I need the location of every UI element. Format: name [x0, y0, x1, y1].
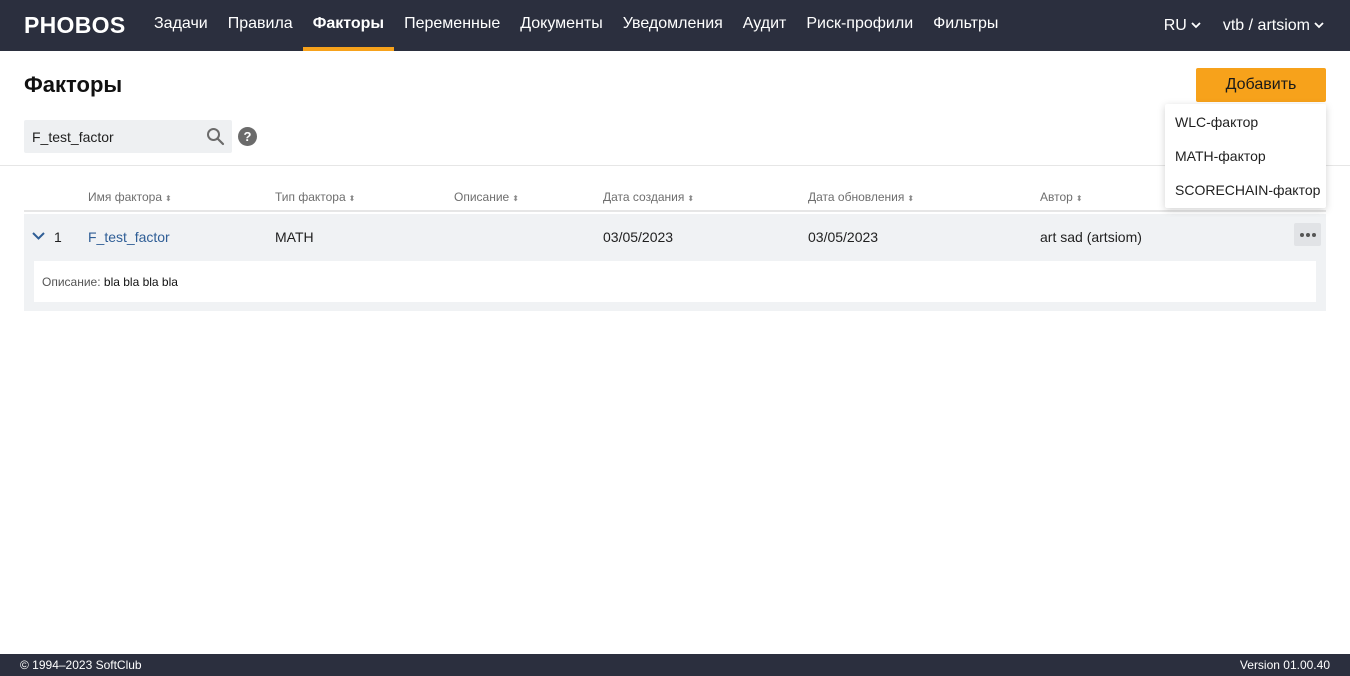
nav-item-risk-profiles[interactable]: Риск-профили [796, 0, 923, 51]
table-row: 1 F_test_factor MATH 03/05/2023 03/05/20… [24, 214, 1326, 311]
search-input[interactable] [32, 120, 202, 153]
column-header-label: Тип фактора [275, 190, 346, 204]
factor-name-link[interactable]: F_test_factor [88, 229, 170, 245]
dot [1311, 232, 1316, 237]
details-value: bla bla bla bla [103, 275, 178, 289]
row-index: 1 [54, 229, 62, 245]
nav-item-notifications[interactable]: Уведомления [613, 0, 733, 51]
sort-icon: ⬍ [907, 194, 915, 203]
help-icon[interactable]: ? [238, 127, 257, 146]
menu-item-math-factor[interactable]: MATH-фактор [1165, 139, 1326, 173]
nav-item-documents[interactable]: Документы [510, 0, 612, 51]
column-header-type[interactable]: Тип фактора ⬍ [275, 190, 355, 204]
add-button[interactable]: Добавить [1196, 68, 1326, 102]
column-header-label: Автор [1040, 190, 1073, 204]
search-box [24, 120, 232, 153]
version: Version 01.00.40 [1239, 658, 1330, 672]
column-header-name[interactable]: Имя фактора ⬍ [88, 190, 172, 204]
chevron-down-icon [1314, 22, 1324, 29]
header-divider [0, 165, 1350, 166]
factor-type: MATH [275, 229, 314, 245]
table-header: Имя фактора ⬍ Тип фактора ⬍ Описание ⬍ Дата… [24, 180, 1326, 212]
user-label: vtb / artsiom [1222, 16, 1310, 34]
app-logo[interactable]: PHOBOS [24, 12, 125, 39]
top-right-controls: RU vtb / artsiom [1142, 0, 1324, 51]
column-header-updated[interactable]: Дата обновления ⬍ [808, 190, 914, 204]
column-header-author[interactable]: Автор ⬍ [1040, 190, 1083, 204]
column-header-label: Дата создания [603, 190, 685, 204]
column-header-label: Имя фактора [88, 190, 163, 204]
column-header-label: Описание [454, 190, 510, 204]
dot [1299, 232, 1304, 237]
top-navbar: PHOBOS Задачи Правила Факторы Переменные… [0, 0, 1350, 51]
details-text: Описание: bla bla bla bla [42, 275, 178, 289]
updated-date: 03/05/2023 [808, 229, 879, 245]
chevron-down-icon [1191, 22, 1201, 29]
menu-item-scorechain-factor[interactable]: SCORECHAIN-фактор [1165, 173, 1326, 207]
author: art sad (artsiom) [1040, 229, 1142, 245]
created-date: 03/05/2023 [603, 229, 674, 245]
sort-icon: ⬍ [1075, 194, 1083, 203]
nav-item-rules[interactable]: Правила [218, 0, 303, 51]
language-dropdown[interactable]: RU [1164, 17, 1201, 35]
nav-item-tasks[interactable]: Задачи [144, 0, 218, 51]
column-header-description[interactable]: Описание ⬍ [454, 190, 519, 204]
row-actions-button[interactable] [1294, 223, 1321, 246]
menu-item-wlc-factor[interactable]: WLC-фактор [1165, 105, 1326, 139]
dot [1305, 232, 1310, 237]
nav-item-filters[interactable]: Фильтры [923, 0, 1008, 51]
chevron-down-icon[interactable] [32, 232, 45, 240]
user-dropdown[interactable]: vtb / artsiom [1223, 17, 1324, 35]
row-details: Описание: bla bla bla bla [34, 261, 1316, 302]
sort-icon: ⬍ [165, 194, 172, 203]
copyright: © 1994–2023 SoftClub [20, 658, 142, 672]
column-header-created[interactable]: Дата создания ⬍ [603, 190, 694, 204]
add-factor-menu: WLC-фактор MATH-фактор SCORECHAIN-фактор [1165, 104, 1326, 208]
main-nav: Задачи Правила Факторы Переменные Докуме… [144, 0, 1008, 51]
column-header-label: Дата обновления [808, 190, 905, 204]
nav-item-factors[interactable]: Факторы [302, 0, 395, 51]
sort-icon: ⬍ [687, 194, 695, 203]
search-icon[interactable] [206, 127, 225, 146]
page-title: Факторы [24, 72, 123, 97]
language-label: RU [1163, 16, 1187, 34]
nav-item-audit[interactable]: Аудит [733, 0, 797, 51]
nav-item-variables[interactable]: Переменные [394, 0, 510, 51]
sort-icon: ⬍ [512, 194, 519, 203]
sort-icon: ⬍ [348, 194, 356, 203]
footer: © 1994–2023 SoftClub Version 01.00.40 [0, 654, 1350, 676]
details-label: Описание: [42, 275, 101, 289]
